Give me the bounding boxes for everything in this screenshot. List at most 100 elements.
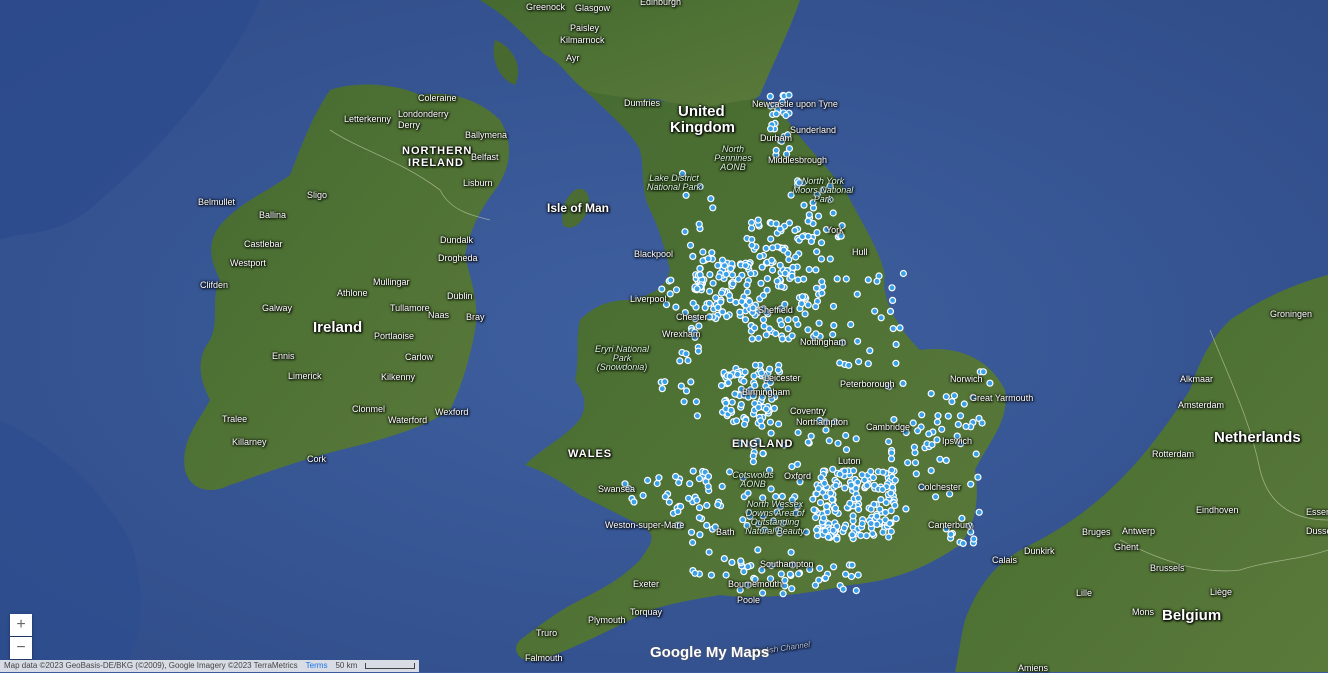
location-marker[interactable] — [768, 244, 777, 252]
location-marker[interactable] — [853, 290, 861, 298]
location-marker[interactable] — [842, 431, 850, 440]
location-marker[interactable] — [812, 526, 821, 534]
location-marker[interactable] — [686, 241, 695, 249]
location-marker[interactable] — [822, 493, 830, 501]
location-marker[interactable] — [781, 269, 789, 277]
location-marker[interactable] — [741, 262, 750, 270]
location-marker[interactable] — [864, 276, 872, 284]
location-marker[interactable] — [658, 285, 666, 293]
location-marker[interactable] — [773, 277, 781, 285]
location-marker[interactable] — [896, 324, 904, 332]
location-marker[interactable] — [933, 436, 941, 444]
location-marker[interactable] — [833, 535, 841, 543]
location-marker[interactable] — [691, 569, 699, 577]
location-marker[interactable] — [758, 589, 767, 597]
location-marker[interactable] — [970, 535, 978, 543]
location-marker[interactable] — [817, 239, 826, 247]
location-marker[interactable] — [962, 422, 970, 430]
location-marker[interactable] — [845, 361, 853, 369]
location-marker[interactable] — [911, 459, 920, 467]
location-marker[interactable] — [754, 216, 762, 224]
location-marker[interactable] — [747, 270, 755, 278]
location-marker[interactable] — [785, 91, 793, 99]
location-marker[interactable] — [942, 393, 950, 401]
location-marker[interactable] — [975, 508, 983, 516]
location-marker[interactable] — [858, 519, 866, 528]
location-marker[interactable] — [689, 252, 697, 260]
location-marker[interactable] — [817, 255, 826, 263]
location-marker[interactable] — [854, 505, 863, 514]
location-marker[interactable] — [887, 449, 896, 457]
location-marker[interactable] — [774, 420, 783, 428]
location-marker[interactable] — [830, 321, 838, 329]
location-marker[interactable] — [718, 256, 727, 264]
location-marker[interactable] — [724, 379, 733, 387]
location-marker[interactable] — [847, 320, 855, 329]
location-marker[interactable] — [778, 335, 787, 343]
location-marker[interactable] — [797, 300, 806, 308]
location-marker[interactable] — [934, 412, 942, 420]
location-marker[interactable] — [726, 372, 734, 380]
location-marker[interactable] — [960, 400, 968, 408]
location-marker[interactable] — [829, 209, 837, 217]
location-marker[interactable] — [695, 504, 704, 512]
location-marker[interactable] — [892, 514, 900, 523]
location-marker[interactable] — [708, 249, 716, 257]
location-marker[interactable] — [794, 570, 803, 578]
location-marker[interactable] — [884, 533, 893, 541]
location-marker[interactable] — [677, 382, 685, 390]
location-marker[interactable] — [718, 482, 726, 490]
location-marker[interactable] — [847, 481, 855, 489]
location-marker[interactable] — [749, 304, 757, 312]
location-marker[interactable] — [809, 495, 817, 503]
location-marker[interactable] — [815, 319, 823, 327]
location-marker[interactable] — [777, 282, 786, 290]
location-marker[interactable] — [680, 398, 688, 406]
location-marker[interactable] — [754, 546, 762, 554]
location-marker[interactable] — [705, 287, 714, 295]
location-marker[interactable] — [770, 404, 779, 412]
location-marker[interactable] — [822, 426, 830, 434]
location-marker[interactable] — [728, 271, 737, 279]
location-marker[interactable] — [886, 519, 894, 528]
location-marker[interactable] — [704, 482, 712, 491]
location-marker[interactable] — [864, 360, 872, 368]
location-marker[interactable] — [736, 308, 744, 316]
location-marker[interactable] — [703, 521, 711, 530]
location-marker[interactable] — [751, 361, 760, 369]
location-marker[interactable] — [904, 459, 912, 467]
location-marker[interactable] — [695, 514, 704, 522]
location-marker[interactable] — [927, 390, 935, 398]
location-marker[interactable] — [873, 512, 881, 520]
location-marker[interactable] — [714, 501, 722, 509]
location-marker[interactable] — [813, 229, 821, 237]
location-marker[interactable] — [954, 420, 962, 428]
location-marker[interactable] — [909, 419, 917, 427]
location-marker[interactable] — [818, 278, 826, 286]
location-marker[interactable] — [672, 286, 681, 294]
location-marker[interactable] — [737, 557, 745, 565]
location-marker[interactable] — [784, 325, 792, 333]
location-marker[interactable] — [682, 350, 690, 358]
location-marker[interactable] — [910, 443, 919, 451]
location-marker[interactable] — [665, 498, 673, 506]
location-marker[interactable] — [706, 271, 714, 279]
location-marker[interactable] — [799, 275, 808, 283]
location-marker[interactable] — [749, 452, 757, 460]
location-marker[interactable] — [759, 449, 767, 457]
location-marker[interactable] — [931, 493, 940, 501]
location-marker[interactable] — [814, 485, 823, 493]
location-marker[interactable] — [763, 275, 772, 283]
location-marker[interactable] — [892, 359, 900, 367]
location-marker[interactable] — [927, 467, 935, 475]
location-marker[interactable] — [689, 467, 697, 475]
location-marker[interactable] — [661, 378, 669, 386]
location-marker[interactable] — [888, 296, 897, 304]
location-marker[interactable] — [675, 479, 683, 487]
location-marker[interactable] — [891, 476, 899, 484]
location-marker[interactable] — [768, 256, 776, 264]
location-marker[interactable] — [841, 467, 849, 475]
location-marker[interactable] — [878, 485, 887, 494]
location-marker[interactable] — [779, 590, 787, 598]
location-marker[interactable] — [767, 235, 775, 243]
